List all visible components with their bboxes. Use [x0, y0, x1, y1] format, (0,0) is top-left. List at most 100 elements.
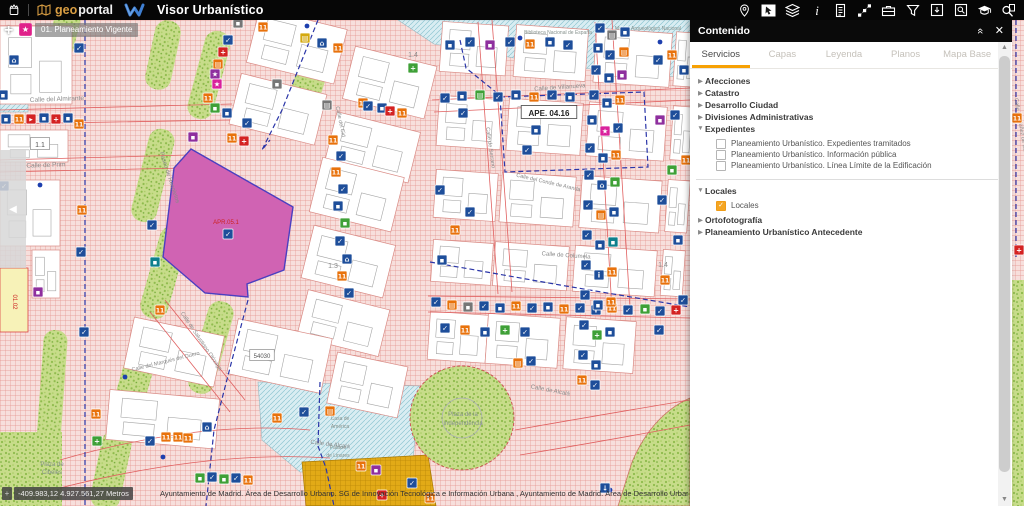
- chevron-right-icon[interactable]: ▶: [696, 77, 705, 85]
- map-marker-11[interactable]: 11: [90, 408, 102, 420]
- map-marker-sq[interactable]: ▪: [592, 42, 604, 54]
- map-marker-sq[interactable]: ▪: [484, 39, 496, 51]
- map-marker-cb[interactable]: ▤: [324, 405, 336, 417]
- map-marker-11[interactable]: 11: [614, 94, 626, 106]
- map-marker-ck[interactable]: ✓: [406, 477, 418, 489]
- map-marker-sq[interactable]: ▪: [436, 254, 448, 266]
- map-marker-11[interactable]: 11: [76, 204, 88, 216]
- map-marker-ck[interactable]: ✓: [230, 472, 242, 484]
- map-marker-sq[interactable]: ▪: [564, 91, 576, 103]
- map-marker-11[interactable]: 11: [154, 304, 166, 316]
- map-marker-ck[interactable]: ✓: [612, 122, 624, 134]
- map-marker-ck[interactable]: ✓: [362, 100, 374, 112]
- map-marker-ck[interactable]: ✓: [144, 435, 156, 447]
- map-marker-ck[interactable]: ✓: [464, 36, 476, 48]
- map-marker-cb[interactable]: ▤: [446, 299, 458, 311]
- map-marker-11[interactable]: 11: [226, 132, 238, 144]
- map-marker-ck[interactable]: ✓: [574, 302, 586, 314]
- map-marker-sq[interactable]: ▪: [209, 102, 221, 114]
- tab-leyenda[interactable]: Leyenda: [813, 42, 875, 68]
- map-marker-ck[interactable]: ✓: [579, 289, 591, 301]
- map-marker-ck[interactable]: ✓: [222, 34, 234, 46]
- map-marker-sq[interactable]: ▪: [271, 78, 283, 90]
- map-marker-cb[interactable]: ▤: [595, 209, 607, 221]
- map-marker-ck[interactable]: ✓: [335, 150, 347, 162]
- map-marker-sq[interactable]: ▪: [456, 90, 468, 102]
- map-marker-sq[interactable]: ▪: [594, 239, 606, 251]
- map-marker-11[interactable]: 11: [659, 274, 671, 286]
- map-marker-pl[interactable]: +: [384, 105, 396, 117]
- map-marker-sq[interactable]: ▪: [0, 113, 12, 125]
- map-marker-sq[interactable]: ▪: [672, 234, 684, 246]
- map-marker-sq[interactable]: ▪: [586, 114, 598, 126]
- map-marker-sq[interactable]: ▪: [38, 112, 50, 124]
- map-marker-pl[interactable]: +: [50, 113, 62, 125]
- map-marker-sq[interactable]: ▪: [221, 107, 233, 119]
- tree-section-divisiones-administrativas[interactable]: ▶ Divisiones Administrativas: [696, 111, 1002, 122]
- tree-section-catastro[interactable]: ▶ Catastro: [696, 87, 1002, 98]
- map-marker-11[interactable]: 11: [182, 432, 194, 444]
- panel-scrollbar[interactable]: ▲ ▼: [998, 42, 1011, 506]
- map-marker-sq[interactable]: ▪: [462, 301, 474, 313]
- map-marker-sq[interactable]: ▪: [218, 473, 230, 485]
- chevron-right-icon[interactable]: ▶: [696, 101, 705, 109]
- map-marker-pl[interactable]: +: [217, 46, 229, 58]
- map-marker-ck[interactable]: ✓: [604, 49, 616, 61]
- map-marker-ck[interactable]: ✓: [504, 36, 516, 48]
- tree-item-locales[interactable]: ✓ Locales: [716, 200, 1002, 211]
- map-marker-sq[interactable]: ▪: [542, 301, 554, 313]
- map-marker-pl[interactable]: +: [591, 329, 603, 341]
- map-marker-sq[interactable]: ▪: [149, 256, 161, 268]
- map-marker-ck[interactable]: ✓: [584, 142, 596, 154]
- tree-section-ortofotograf-a[interactable]: ▶ Ortofotografía: [696, 214, 1002, 225]
- collapse-panel-icon[interactable]: «: [969, 28, 991, 34]
- scenario-star-badge[interactable]: ★: [19, 23, 32, 36]
- map-marker-sq[interactable]: ▪: [544, 36, 556, 48]
- map-marker-ck[interactable]: ✓: [222, 228, 234, 240]
- chevron-right-icon[interactable]: ▶: [696, 216, 705, 224]
- map-marker-ck[interactable]: ✓: [669, 109, 681, 121]
- map-marker-ck[interactable]: ✓: [583, 169, 595, 181]
- status-plus-icon[interactable]: +: [2, 487, 12, 500]
- map-marker-pl[interactable]: +: [407, 62, 419, 74]
- map-marker-11[interactable]: 11: [524, 38, 536, 50]
- map-marker-11[interactable]: 11: [332, 42, 344, 54]
- map-marker-ck[interactable]: ✓: [337, 183, 349, 195]
- close-panel-icon[interactable]: ✕: [995, 20, 1004, 42]
- map-marker-sq[interactable]: ▪: [607, 236, 619, 248]
- map-marker-cb[interactable]: ▤: [321, 99, 333, 111]
- map-marker-ck[interactable]: ✓: [439, 92, 451, 104]
- map-marker-sq[interactable]: ▪: [592, 299, 604, 311]
- map-marker-sq[interactable]: ▪: [639, 303, 651, 315]
- map-marker-ck[interactable]: ✓: [656, 194, 668, 206]
- map-marker-st[interactable]: ★: [209, 68, 221, 80]
- scroll-down-icon[interactable]: ▼: [998, 494, 1011, 506]
- map-marker-cb[interactable]: ▤: [618, 46, 630, 58]
- map-marker-11[interactable]: 11: [160, 431, 172, 443]
- map-marker-11[interactable]: 11: [510, 300, 522, 312]
- map-marker-st[interactable]: ★: [211, 78, 223, 90]
- map-marker-cb[interactable]: ▤: [474, 89, 486, 101]
- map-marker-sq[interactable]: ▪: [332, 200, 344, 212]
- map-marker-ck[interactable]: ✓: [653, 324, 665, 336]
- map-marker-11[interactable]: 11: [330, 166, 342, 178]
- map-marker-ck[interactable]: ✓: [478, 300, 490, 312]
- map-marker-ck[interactable]: ✓: [562, 39, 574, 51]
- map-marker-11[interactable]: 11: [257, 21, 269, 33]
- measure-icon[interactable]: [857, 3, 872, 18]
- map-marker-11[interactable]: 11: [459, 324, 471, 336]
- map-marker-ck[interactable]: ✓: [589, 379, 601, 391]
- map-marker-pl[interactable]: +: [1013, 244, 1024, 256]
- map-marker-11[interactable]: 11: [528, 91, 540, 103]
- map-marker-ck[interactable]: ✓: [73, 42, 85, 54]
- map-marker-11[interactable]: 11: [396, 107, 408, 119]
- map-marker-11[interactable]: 11: [73, 118, 85, 130]
- map-marker-ck[interactable]: ✓: [464, 206, 476, 218]
- map-marker-pl[interactable]: +: [238, 135, 250, 147]
- tab-capas[interactable]: Capas: [752, 42, 814, 68]
- map-marker-ck[interactable]: ✓: [206, 471, 218, 483]
- map-marker-11[interactable]: 11: [327, 134, 339, 146]
- tree-item-planeamiento-urban-stico-l-nea-l-mite-de[interactable]: Planeamiento Urbanístico. Línea Límite d…: [716, 160, 1002, 171]
- map-marker-ck[interactable]: ✓: [75, 246, 87, 258]
- chevron-right-icon[interactable]: ▶: [696, 89, 705, 97]
